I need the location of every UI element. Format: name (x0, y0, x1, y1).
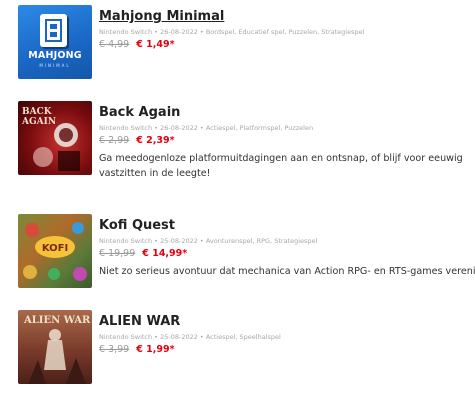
game-meta: Nintendo Switch • 25-08-2022 • Actiespel… (99, 333, 281, 341)
description-line: Ga meedogenloze platformuitdagingen aan … (99, 153, 463, 164)
price-row: € 4,99 € 1,49* (99, 39, 475, 51)
game-meta: Nintendo Switch • 25-08-2022 • Avonturen… (99, 237, 318, 245)
description-line: vastzitten in de leegte! (99, 168, 211, 179)
thumbnail-art: KOFI (23, 222, 87, 281)
game-title-link[interactable]: Kofi Quest (99, 218, 175, 234)
old-price: € 4,99 (99, 39, 130, 50)
old-price: € 2,99 (99, 135, 130, 146)
game-meta: Nintendo Switch • 26-08-2022 • Actiespel… (99, 124, 314, 132)
price-row: € 2,99 € 2,39* (99, 135, 475, 147)
thumbnail-logo-text: MAHJONG (28, 50, 82, 61)
game-title-link[interactable]: Back Again (99, 105, 180, 121)
svg-text:KOFI: KOFI (42, 243, 68, 254)
thumbnail-art (33, 123, 80, 171)
sale-price: € 1,99* (136, 344, 175, 355)
price-row: € 3,99 € 1,99* (99, 344, 475, 356)
game-list-item[interactable]: BACK AGAIN Back Again Nintendo Switch • … (18, 101, 475, 191)
thumbnail-logo-subtext: MINIMAL (39, 63, 71, 68)
sale-price: € 14,99* (142, 248, 188, 259)
game-thumbnail[interactable]: MAHJONG MINIMAL (18, 5, 92, 79)
sale-price: € 1,49* (136, 39, 175, 50)
game-list-item[interactable]: ALIEN WAR ALIEN WAR Nintendo Switch • 25… (18, 310, 475, 386)
old-price: € 19,99 (99, 248, 136, 259)
game-title-link[interactable]: Mahjong Minimal (99, 9, 224, 25)
game-list-item[interactable]: KOFI Kofi Quest Nintendo Switch • 25-08-… (18, 214, 475, 290)
sale-price: € 2,39* (136, 135, 175, 146)
game-title-link[interactable]: ALIEN WAR (99, 314, 180, 330)
thumbnail-art (28, 329, 86, 384)
description-line: Niet zo serieus avontuur dat mechanica v… (99, 266, 475, 277)
game-thumbnail[interactable]: KOFI (18, 214, 92, 288)
game-thumbnail[interactable]: ALIEN WAR (18, 310, 92, 384)
game-thumbnail[interactable]: BACK AGAIN (18, 101, 92, 175)
mahjong-tile-icon (40, 14, 67, 47)
old-price: € 3,99 (99, 344, 130, 355)
game-list-item[interactable]: MAHJONG MINIMAL Mahjong Minimal Nintendo… (18, 5, 475, 81)
game-meta: Nintendo Switch • 26-08-2022 • Bordspel,… (99, 28, 365, 36)
game-description: Niet zo serieus avontuur dat mechanica v… (99, 264, 475, 279)
game-description: Ga meedogenloze platformuitdagingen aan … (99, 151, 475, 181)
price-row: € 19,99 € 14,99* (99, 248, 475, 260)
